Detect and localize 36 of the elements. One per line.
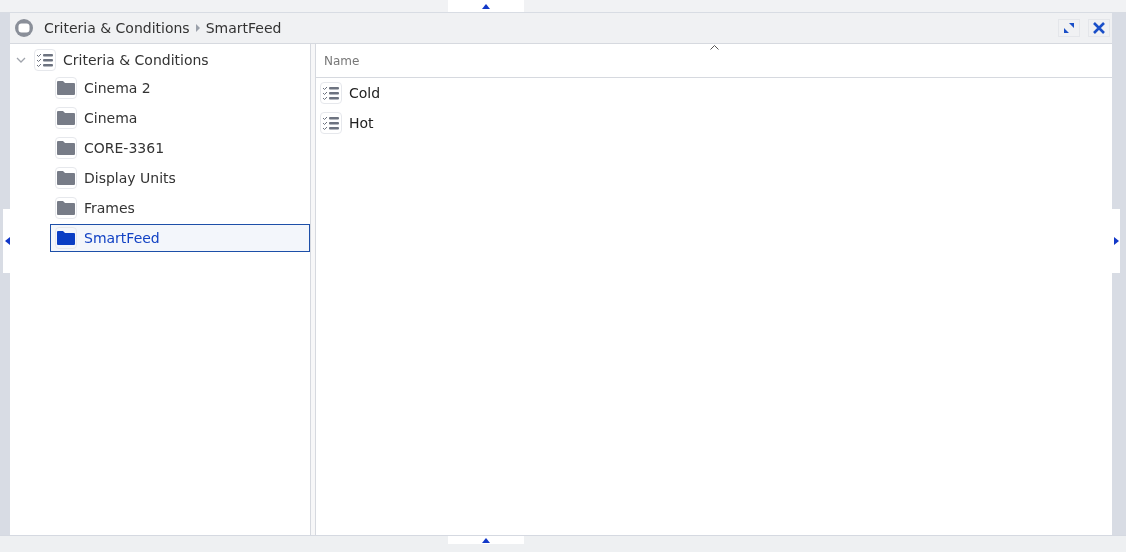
folder-item[interactable]: Display Units: [50, 164, 310, 192]
collapse-handle[interactable]: [1112, 209, 1120, 273]
restore-icon: [1063, 22, 1075, 34]
checklist-icon: [34, 49, 56, 71]
folder-icon: [55, 227, 77, 249]
folder-item[interactable]: Frames: [50, 194, 310, 222]
folder-item[interactable]: CORE-3361: [50, 134, 310, 162]
checklist-icon: [320, 112, 342, 134]
restore-button[interactable]: [1058, 19, 1080, 37]
table-cell[interactable]: Cold: [349, 85, 381, 101]
folder-item[interactable]: Cinema: [50, 104, 310, 132]
up-arrow-icon: [482, 3, 490, 9]
breadcrumb-separator-icon: [194, 23, 201, 33]
folder-item[interactable]: SmartFeed: [50, 224, 310, 252]
folder-item[interactable]: Cinema 2: [50, 74, 310, 102]
folder-icon: [55, 167, 77, 189]
close-button[interactable]: [1088, 19, 1110, 37]
folder-icon: [55, 137, 77, 159]
folder-icon: [55, 197, 77, 219]
tree-root-item[interactable]: Criteria & Conditions: [63, 52, 209, 68]
table-cell[interactable]: Hot: [349, 115, 374, 131]
breadcrumb-item[interactable]: Criteria & Conditions: [44, 20, 190, 36]
folder-icon: [55, 77, 77, 99]
up-arrow-icon: [482, 537, 490, 543]
left-arrow-icon: [4, 237, 10, 245]
collapse-handle[interactable]: [3, 209, 11, 273]
breadcrumb-item[interactable]: SmartFeed: [205, 20, 282, 36]
folder-icon: [55, 107, 77, 129]
column-header[interactable]: Name: [324, 53, 360, 68]
sort-caret-icon: [710, 45, 719, 50]
collapse-handle[interactable]: [448, 536, 524, 544]
collapse-handle[interactable]: [448, 0, 524, 12]
checklist-icon: [320, 82, 342, 104]
window-icon: [14, 18, 34, 38]
right-arrow-icon: [1113, 237, 1119, 245]
close-icon: [1092, 21, 1106, 35]
